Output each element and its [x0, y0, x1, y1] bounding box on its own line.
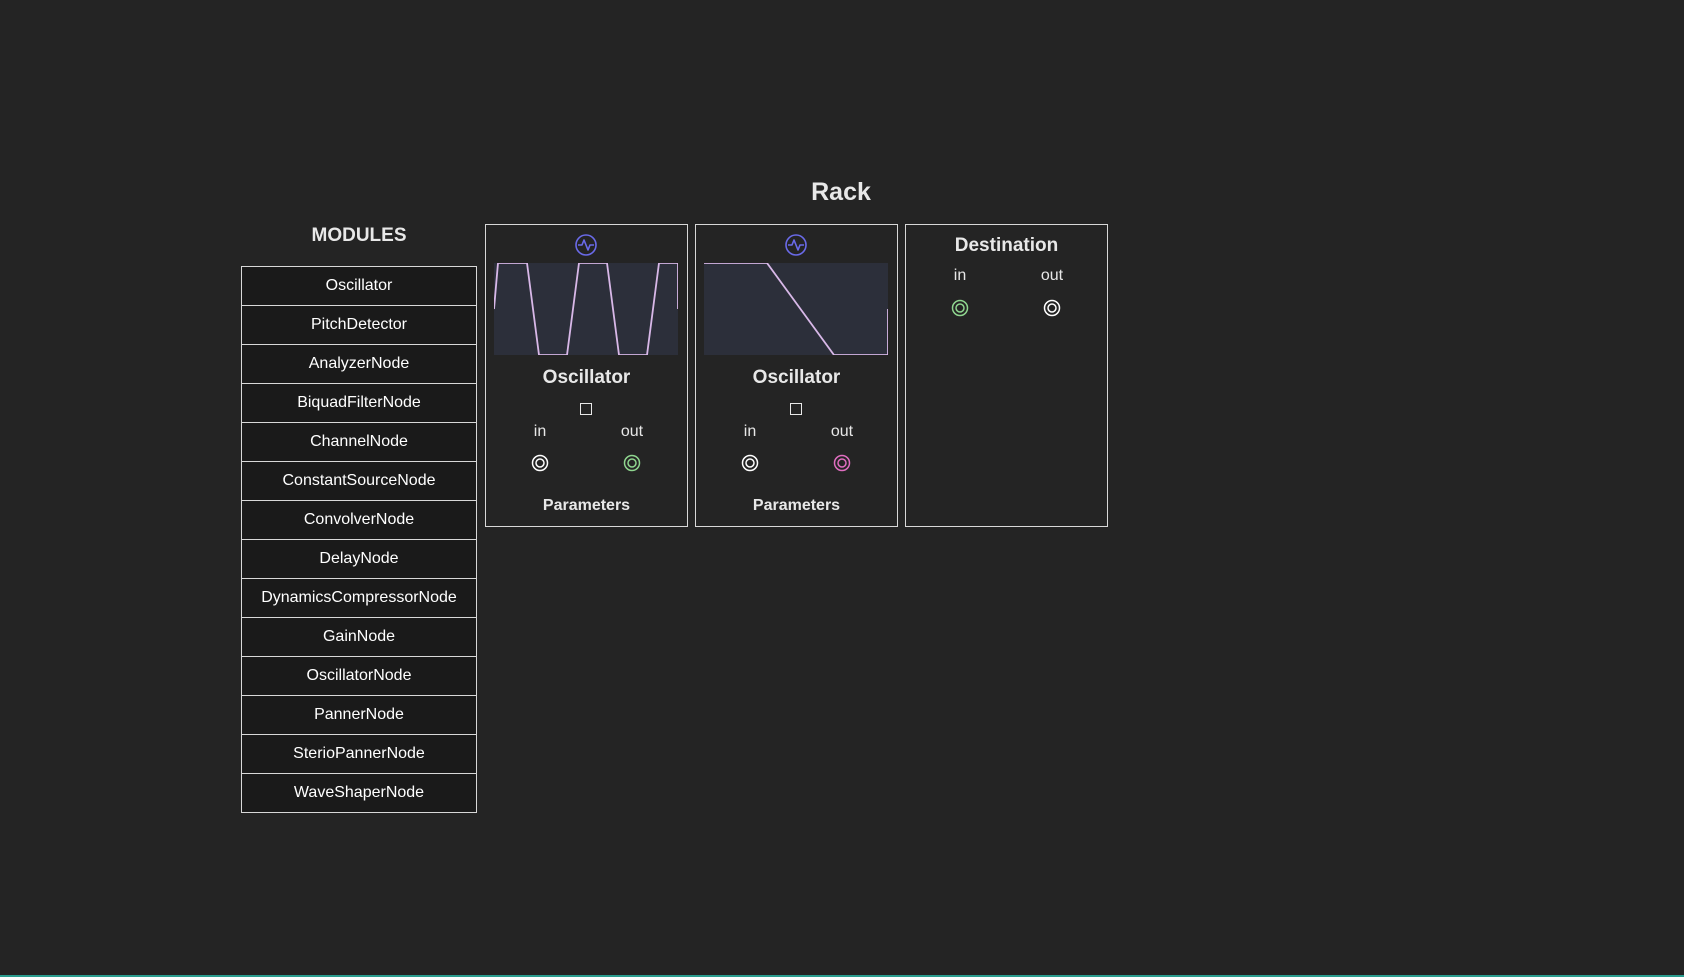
out-port-label: out [830, 423, 854, 440]
out-port-jack[interactable] [1043, 299, 1061, 317]
module-button-pitchdetector[interactable]: PitchDetector [241, 305, 477, 345]
destination-card[interactable]: Destination in out [905, 224, 1108, 527]
in-port-label: in [953, 267, 967, 284]
parameters-toggle[interactable]: Parameters [696, 497, 897, 515]
card-title: Destination [954, 235, 1059, 256]
in-port-jack[interactable] [531, 454, 549, 472]
enable-checkbox[interactable] [580, 403, 592, 415]
card-title: Oscillator [752, 367, 841, 388]
module-button-oscillatornode[interactable]: OscillatorNode [241, 656, 477, 696]
oscillator-card[interactable]: Oscillator in out Parameters [695, 224, 898, 527]
waveform-scope [494, 263, 678, 355]
in-port-label: in [743, 423, 757, 440]
waveform-scope [704, 263, 888, 355]
enable-checkbox[interactable] [790, 403, 802, 415]
out-port-label: out [620, 423, 644, 440]
out-port-label: out [1040, 267, 1064, 284]
waveform-icon[interactable] [574, 233, 598, 257]
in-port-label: in [533, 423, 547, 440]
module-button-delaynode[interactable]: DelayNode [241, 539, 477, 579]
out-port-jack[interactable] [623, 454, 641, 472]
module-button-waveshapernode[interactable]: WaveShaperNode [241, 773, 477, 813]
in-port-jack[interactable] [741, 454, 759, 472]
module-button-biquadfilternode[interactable]: BiquadFilterNode [241, 383, 477, 423]
card-title: Oscillator [542, 367, 631, 388]
waveform-icon[interactable] [784, 233, 808, 257]
module-button-oscillator[interactable]: Oscillator [241, 266, 477, 306]
module-button-pannernode[interactable]: PannerNode [241, 695, 477, 735]
module-button-gainnode[interactable]: GainNode [241, 617, 477, 657]
module-button-channelnode[interactable]: ChannelNode [241, 422, 477, 462]
modules-title: MODULES [311, 225, 407, 246]
oscillator-card[interactable]: Oscillator in out Parameters [485, 224, 688, 527]
module-button-constantsourcenode[interactable]: ConstantSourceNode [241, 461, 477, 501]
in-port-jack[interactable] [951, 299, 969, 317]
module-button-convolvernode[interactable]: ConvolverNode [241, 500, 477, 540]
module-button-analyzernode[interactable]: AnalyzerNode [241, 344, 477, 384]
out-port-jack[interactable] [833, 454, 851, 472]
app-page: Rack MODULES Oscillator PitchDetector An… [0, 0, 1684, 977]
module-button-dynamicscompressornode[interactable]: DynamicsCompressorNode [241, 578, 477, 618]
module-button-steriopannernode[interactable]: SterioPannerNode [241, 734, 477, 774]
rack-title: Rack [811, 178, 871, 206]
module-list: Oscillator PitchDetector AnalyzerNode Bi… [241, 266, 477, 813]
parameters-toggle[interactable]: Parameters [486, 497, 687, 515]
